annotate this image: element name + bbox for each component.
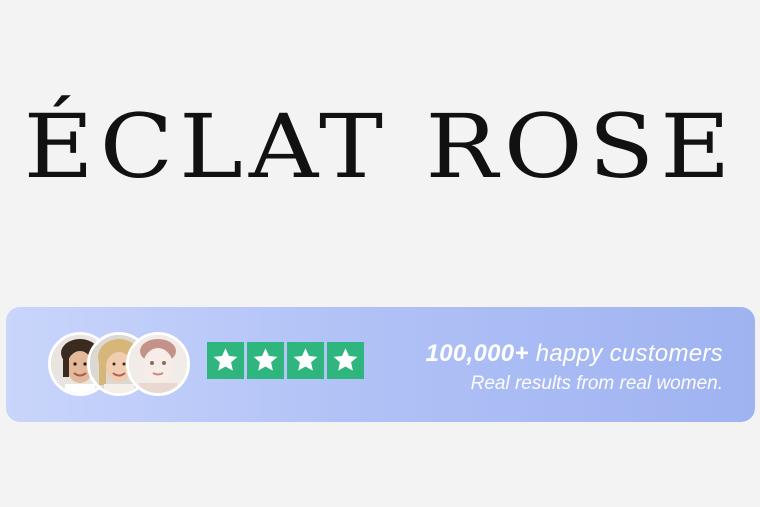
customer-avatar (126, 332, 190, 396)
star-icon (287, 342, 324, 379)
social-proof-banner: 100,000+ happy customers Real results fr… (6, 307, 755, 422)
customer-count-headline: 100,000+ happy customers (426, 339, 723, 369)
testimonial-text: 100,000+ happy customers Real results fr… (426, 339, 723, 397)
star-icon (207, 342, 244, 379)
star-icon (247, 342, 284, 379)
star-rating (207, 342, 364, 379)
star-icon (327, 342, 364, 379)
customer-count: 100,000+ (425, 340, 529, 367)
brand-logo: ÉCLAT ROSE (23, 95, 737, 199)
headline-text: happy customers (528, 340, 723, 367)
subheadline: Real results from real women. (470, 373, 723, 394)
customer-avatars (48, 332, 198, 396)
